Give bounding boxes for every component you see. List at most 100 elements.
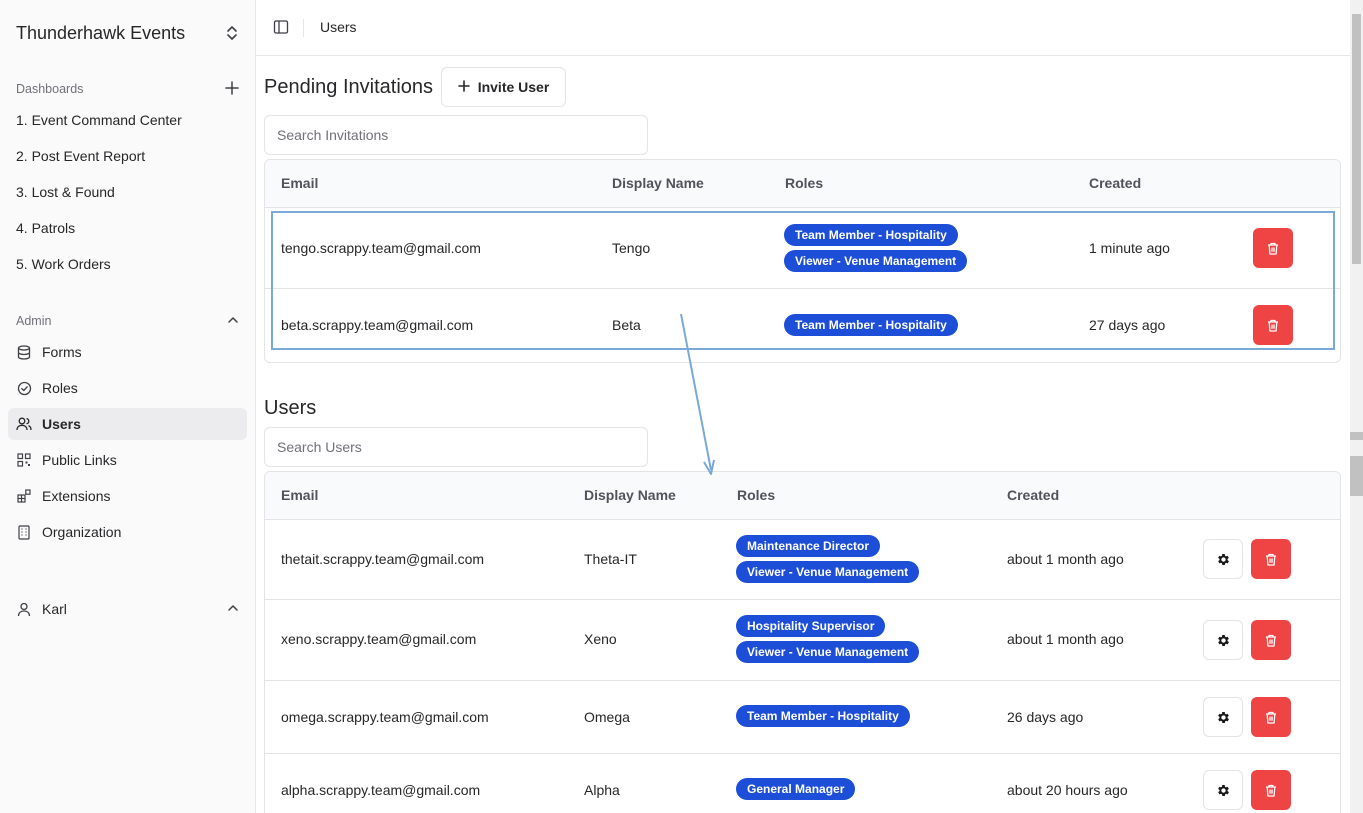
sidebar-item-organization[interactable]: Organization	[8, 516, 247, 548]
roles-cell: Hospitality Supervisor Viewer - Venue Ma…	[736, 615, 920, 663]
dashboard-item[interactable]: 5. Work Orders	[16, 254, 111, 274]
email-cell: alpha.scrappy.team@gmail.com	[281, 782, 481, 798]
column-header-display-name: Display Name	[584, 487, 676, 503]
delete-invitation-button[interactable]	[1253, 305, 1293, 345]
created-cell: 26 days ago	[1007, 709, 1084, 725]
building-icon	[16, 524, 32, 540]
created-cell: about 20 hours ago	[1007, 782, 1128, 798]
created-cell: about 1 month ago	[1007, 551, 1124, 567]
trash-icon	[1268, 242, 1278, 255]
breadcrumb: Users	[320, 19, 357, 35]
role-badge: Viewer - Venue Management	[736, 561, 920, 583]
gear-icon	[1217, 784, 1229, 796]
table-header: Email Display Name Roles Created	[265, 472, 1340, 520]
role-badge: General Manager	[736, 778, 856, 800]
column-header-created: Created	[1007, 487, 1060, 503]
dashboards-section-header: Dashboards	[16, 80, 239, 98]
gear-icon	[1217, 553, 1229, 565]
role-badge: Team Member - Hospitality	[736, 705, 910, 727]
sidebar-item-label: Public Links	[42, 452, 117, 468]
topbar: Users	[256, 0, 1350, 56]
email-cell: thetait.scrappy.team@gmail.com	[281, 551, 485, 567]
edit-user-button[interactable]	[1203, 620, 1243, 660]
org-name: Thunderhawk Events	[16, 22, 186, 43]
column-header-display-name: Display Name	[612, 175, 704, 191]
invite-user-label: Invite User	[477, 79, 550, 95]
gear-icon	[1217, 634, 1229, 646]
sidebar-item-roles[interactable]: Roles	[8, 372, 247, 404]
created-cell: 1 minute ago	[1089, 240, 1170, 256]
trash-icon	[1266, 784, 1276, 797]
sidebar-item-label: Forms	[42, 344, 82, 360]
delete-user-button[interactable]	[1251, 620, 1291, 660]
column-header-email: Email	[281, 175, 319, 191]
sidebar-toggle-icon[interactable]	[273, 19, 289, 35]
table-header: Email Display Name Roles Created	[265, 160, 1340, 208]
edit-user-button[interactable]	[1203, 539, 1243, 579]
dashboard-item[interactable]: 4. Patrols	[16, 218, 75, 238]
role-badge: Hospitality Supervisor	[736, 615, 886, 637]
table-row: beta.scrappy.team@gmail.com Beta Team Me…	[265, 289, 1340, 362]
display-name-cell: Tengo	[612, 240, 651, 256]
created-cell: about 1 month ago	[1007, 631, 1124, 647]
sidebar-item-label: Users	[42, 416, 81, 432]
dashboard-item[interactable]: 2. Post Event Report	[16, 146, 145, 166]
user-name: Karl	[42, 601, 67, 617]
sidebar-item-extensions[interactable]: Extensions	[8, 480, 247, 512]
add-dashboard-button[interactable]	[225, 80, 239, 98]
edit-user-button[interactable]	[1203, 770, 1243, 810]
sidebar-item-users[interactable]: Users	[8, 408, 247, 440]
dashboard-item[interactable]: 3. Lost & Found	[16, 182, 115, 202]
display-name-cell: Alpha	[584, 782, 620, 798]
delete-user-button[interactable]	[1251, 697, 1291, 737]
users-title: Users	[264, 397, 317, 419]
user-icon	[16, 601, 32, 617]
roles-cell: Team Member - Hospitality Viewer - Venue…	[784, 224, 968, 272]
sidebar-item-forms[interactable]: Forms	[8, 336, 247, 368]
sidebar-item-public-links[interactable]: Public Links	[8, 444, 247, 476]
user-menu[interactable]: Karl	[8, 597, 247, 621]
created-cell: 27 days ago	[1089, 317, 1166, 333]
email-cell: beta.scrappy.team@gmail.com	[281, 317, 474, 333]
edit-user-button[interactable]	[1203, 697, 1243, 737]
email-cell: omega.scrappy.team@gmail.com	[281, 709, 489, 725]
chevrons-up-down-icon	[225, 23, 239, 43]
table-row: xeno.scrappy.team@gmail.com Xeno Hospita…	[265, 600, 1340, 681]
role-badge: Maintenance Director	[736, 535, 881, 557]
users-icon	[16, 416, 32, 432]
scrollbar-thumb[interactable]	[1352, 14, 1361, 264]
roles-cell: Maintenance Director Viewer - Venue Mana…	[736, 535, 920, 583]
table-row: thetait.scrappy.team@gmail.com Theta-IT …	[265, 520, 1340, 600]
delete-invitation-button[interactable]	[1253, 228, 1293, 268]
display-name-cell: Omega	[584, 709, 630, 725]
table-row: omega.scrappy.team@gmail.com Omega Team …	[265, 681, 1340, 754]
display-name-cell: Theta-IT	[584, 551, 637, 567]
display-name-cell: Beta	[612, 317, 641, 333]
search-users-input[interactable]	[264, 427, 648, 467]
chevron-up-icon	[227, 314, 239, 329]
pending-invitations-title: Pending Invitations	[264, 76, 434, 98]
dashboards-label: Dashboards	[16, 82, 84, 96]
invite-user-button[interactable]: Invite User	[441, 67, 566, 107]
qr-code-icon	[16, 452, 32, 468]
role-badge: Team Member - Hospitality	[784, 314, 958, 336]
email-cell: tengo.scrappy.team@gmail.com	[281, 240, 481, 256]
search-invitations-input[interactable]	[264, 115, 648, 155]
check-circle-icon	[16, 380, 32, 396]
dashboard-item[interactable]: 1. Event Command Center	[16, 110, 182, 130]
users-table: Email Display Name Roles Created thetait…	[264, 471, 1341, 813]
gear-icon	[1217, 711, 1229, 723]
org-switcher[interactable]: Thunderhawk Events	[16, 22, 239, 44]
delete-user-button[interactable]	[1251, 539, 1291, 579]
column-header-email: Email	[281, 487, 319, 503]
scrollbar-marker	[1350, 456, 1363, 496]
table-row: alpha.scrappy.team@gmail.com Alpha Gener…	[265, 754, 1340, 813]
trash-icon	[1266, 553, 1276, 566]
table-row: tengo.scrappy.team@gmail.com Tengo Team …	[265, 208, 1340, 289]
roles-cell: Team Member - Hospitality	[784, 314, 958, 336]
column-header-roles: Roles	[785, 175, 824, 191]
admin-section-header[interactable]: Admin	[16, 312, 239, 330]
delete-user-button[interactable]	[1251, 770, 1291, 810]
pending-invitations-table: Email Display Name Roles Created tengo.s…	[264, 159, 1341, 363]
trash-icon	[1268, 319, 1278, 332]
